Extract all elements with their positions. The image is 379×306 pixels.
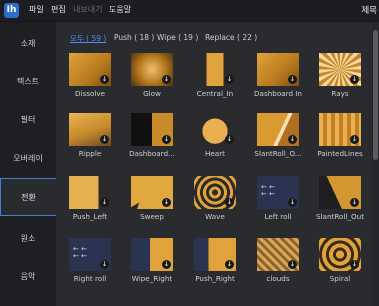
download-icon[interactable]: ↓ bbox=[288, 135, 297, 144]
transition-thumb[interactable]: ↓ bbox=[194, 53, 236, 86]
transition-label: clouds bbox=[266, 274, 290, 283]
transition-thumb[interactable]: ↓ bbox=[131, 238, 173, 271]
sidebar-item-transition[interactable]: 전환 bbox=[0, 178, 56, 216]
sidebar-item-overlay[interactable]: 오버레이 bbox=[0, 140, 56, 178]
tab-all[interactable]: 모두 ( 59 ) bbox=[70, 33, 106, 44]
transition-thumb[interactable]: ↓ bbox=[319, 176, 361, 209]
menu-export: 내보내기 bbox=[73, 5, 103, 14]
transition-label: Heart bbox=[204, 149, 225, 158]
download-icon[interactable]: ↓ bbox=[100, 198, 109, 207]
download-icon[interactable]: ↓ bbox=[162, 75, 171, 84]
sidebar-item-text[interactable]: 텍스트 bbox=[0, 63, 56, 101]
transition-label: Glow bbox=[143, 89, 161, 98]
download-icon[interactable]: ↓ bbox=[225, 260, 234, 269]
transition-label: SlantRoll_Out bbox=[315, 212, 365, 221]
menu-edit[interactable]: 편집 bbox=[51, 4, 66, 15]
roll-arrows-icon: ← ← ← ← bbox=[261, 183, 275, 198]
download-icon[interactable]: ↓ bbox=[162, 260, 171, 269]
sidebar: 소재 텍스트 필터 오버레이 전환 원소 음악 bbox=[0, 22, 56, 306]
transition-thumb[interactable]: ↓ bbox=[69, 176, 111, 209]
transition-label: Spiral bbox=[329, 274, 351, 283]
transition-thumb[interactable]: ↓ bbox=[257, 238, 299, 271]
roll-arrows-icon: ← ← ← ← bbox=[73, 245, 87, 260]
transition-label: Dashboard... bbox=[129, 149, 175, 158]
transition-thumb[interactable]: ↓ bbox=[194, 176, 236, 209]
transition-thumb[interactable]: ↓ bbox=[319, 53, 361, 86]
transition-thumb[interactable]: ↓ bbox=[131, 53, 173, 86]
download-icon[interactable]: ↓ bbox=[350, 135, 359, 144]
download-icon[interactable]: ↓ bbox=[288, 260, 297, 269]
transition-thumb[interactable]: ↓ bbox=[131, 176, 173, 209]
transition-thumb[interactable]: ↓ bbox=[257, 53, 299, 86]
download-icon[interactable]: ↓ bbox=[350, 198, 359, 207]
transition-thumb[interactable]: ← ← ← ← ↓ bbox=[69, 238, 111, 271]
download-icon[interactable]: ↓ bbox=[288, 75, 297, 84]
transition-label: Central_In bbox=[196, 89, 234, 98]
transition-label: Left roll bbox=[264, 212, 292, 221]
transition-thumb[interactable]: ↓ bbox=[319, 113, 361, 146]
download-icon[interactable]: ↓ bbox=[225, 198, 234, 207]
scrollbar-thumb[interactable] bbox=[373, 30, 378, 160]
transition-label: Wave bbox=[205, 212, 225, 221]
menu-help[interactable]: 도움말 bbox=[109, 4, 131, 15]
transition-label: Sweep bbox=[140, 212, 164, 221]
transition-thumb[interactable]: ↓ bbox=[131, 113, 173, 146]
transition-label: Push_Left bbox=[72, 212, 108, 221]
download-icon[interactable]: ↓ bbox=[100, 75, 109, 84]
sidebar-item-media[interactable]: 소재 bbox=[0, 25, 56, 63]
sidebar-item-music[interactable]: 음악 bbox=[0, 258, 56, 296]
transition-label: Dissolve bbox=[74, 89, 106, 98]
transition-label: Push_Right bbox=[195, 274, 235, 283]
download-icon[interactable]: ↓ bbox=[162, 198, 171, 207]
download-icon[interactable]: ↓ bbox=[288, 198, 297, 207]
sidebar-item-element[interactable]: 원소 bbox=[0, 220, 56, 258]
transition-label: Dashboard In bbox=[254, 89, 302, 98]
transition-panel: 모두 ( 59 ) Push ( 18 ) Wipe ( 19 ) Replac… bbox=[56, 22, 379, 306]
transition-thumb[interactable]: ↓ bbox=[319, 238, 361, 271]
transition-thumb[interactable]: ↓ bbox=[69, 53, 111, 86]
scrollbar[interactable] bbox=[372, 22, 379, 306]
transition-thumb[interactable]: ← ← ← ← ↓ bbox=[257, 176, 299, 209]
download-icon[interactable]: ↓ bbox=[100, 135, 109, 144]
menu-file[interactable]: 파일 bbox=[29, 4, 44, 15]
download-icon[interactable]: ↓ bbox=[225, 135, 234, 144]
download-icon[interactable]: ↓ bbox=[350, 260, 359, 269]
download-icon[interactable]: ↓ bbox=[100, 260, 109, 269]
transition-label: Right roll bbox=[73, 274, 107, 283]
window-title: 제목 bbox=[361, 6, 377, 16]
download-icon[interactable]: ↓ bbox=[162, 135, 171, 144]
transition-thumb[interactable]: ↓ bbox=[257, 113, 299, 146]
transition-label: SlantRoll_O... bbox=[254, 149, 302, 158]
download-icon[interactable]: ↓ bbox=[225, 75, 234, 84]
transition-thumb[interactable]: ↓ bbox=[194, 113, 236, 146]
download-icon[interactable]: ↓ bbox=[350, 75, 359, 84]
transition-label: PaintedLines bbox=[317, 149, 363, 158]
app-logo[interactable]: Ih bbox=[4, 3, 19, 18]
sidebar-item-filter[interactable]: 필터 bbox=[0, 101, 56, 139]
tab-wipe[interactable]: Wipe ( 19 ) bbox=[157, 33, 198, 42]
transition-thumb[interactable]: ↓ bbox=[69, 113, 111, 146]
transition-label: Rays bbox=[331, 89, 349, 98]
tab-push[interactable]: Push ( 18 ) bbox=[114, 33, 154, 42]
transition-label: Wipe_Right bbox=[131, 274, 173, 283]
menu-bar: Ih 파일 편집 내보내기 도움말 제목 bbox=[0, 0, 379, 22]
transition-label: Ripple bbox=[78, 149, 102, 158]
tab-replace[interactable]: Replace ( 22 ) bbox=[205, 33, 257, 42]
transition-thumb[interactable]: ↓ bbox=[194, 238, 236, 271]
